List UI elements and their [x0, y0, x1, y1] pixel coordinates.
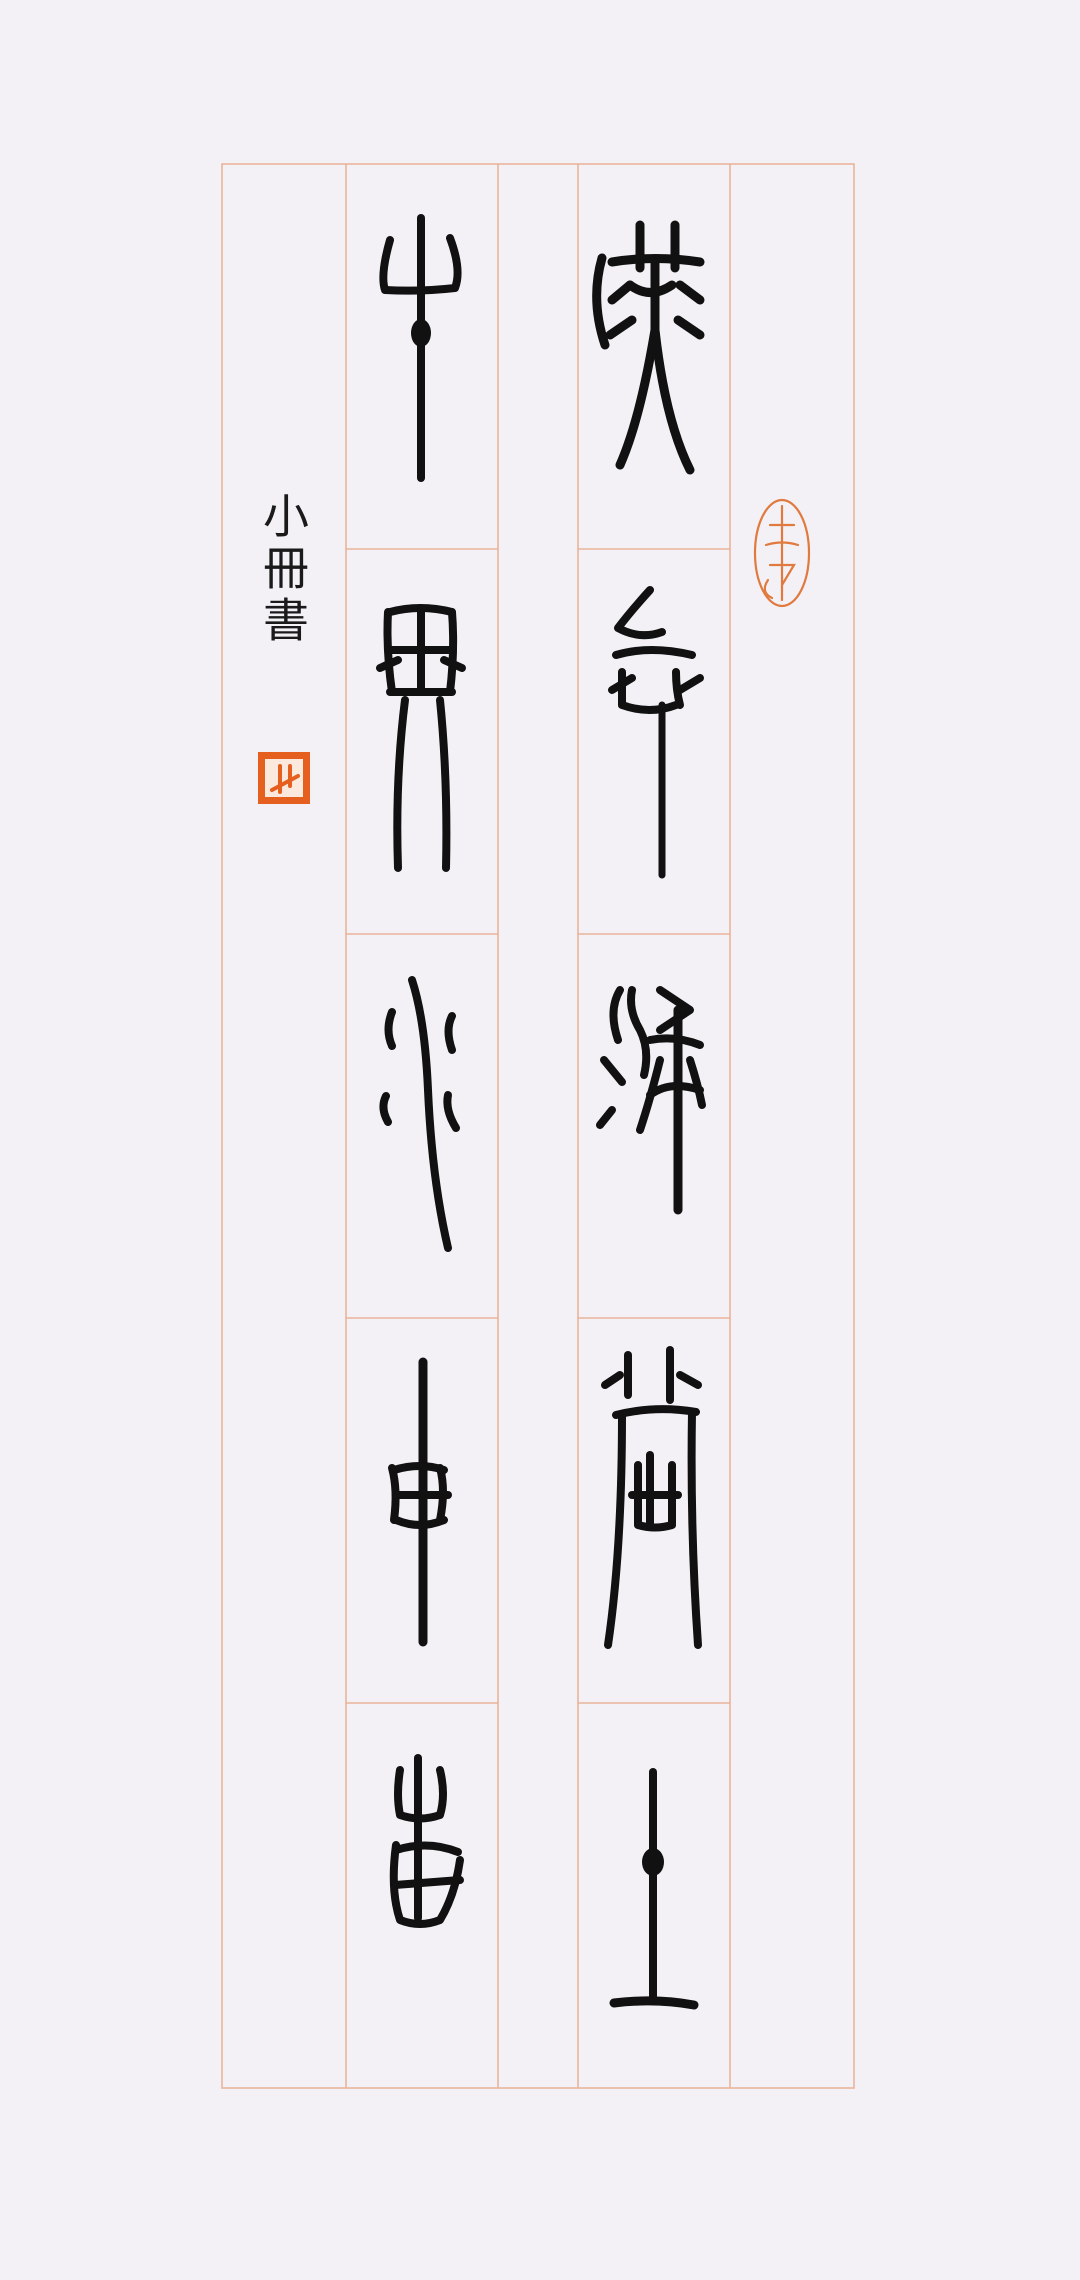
leisure-seal: [753, 498, 811, 608]
char-col2-1: [379, 214, 462, 482]
calligraphy-artwork: [221, 163, 855, 2089]
char-col2-3: [379, 976, 460, 1252]
grid-lines: [221, 163, 855, 2089]
char-col1-4: [601, 1346, 702, 1649]
char-col1-2: [608, 586, 704, 879]
char-col2-4: [388, 1357, 452, 1647]
char-col1-1: [592, 220, 705, 475]
char-col2-5: [389, 1754, 464, 1928]
signature-text: 小冊書: [256, 492, 310, 648]
name-seal: [258, 752, 310, 804]
char-col1-3: [596, 986, 706, 1215]
char-col1-5: [609, 1768, 699, 2010]
char-col2-2: [376, 604, 466, 872]
